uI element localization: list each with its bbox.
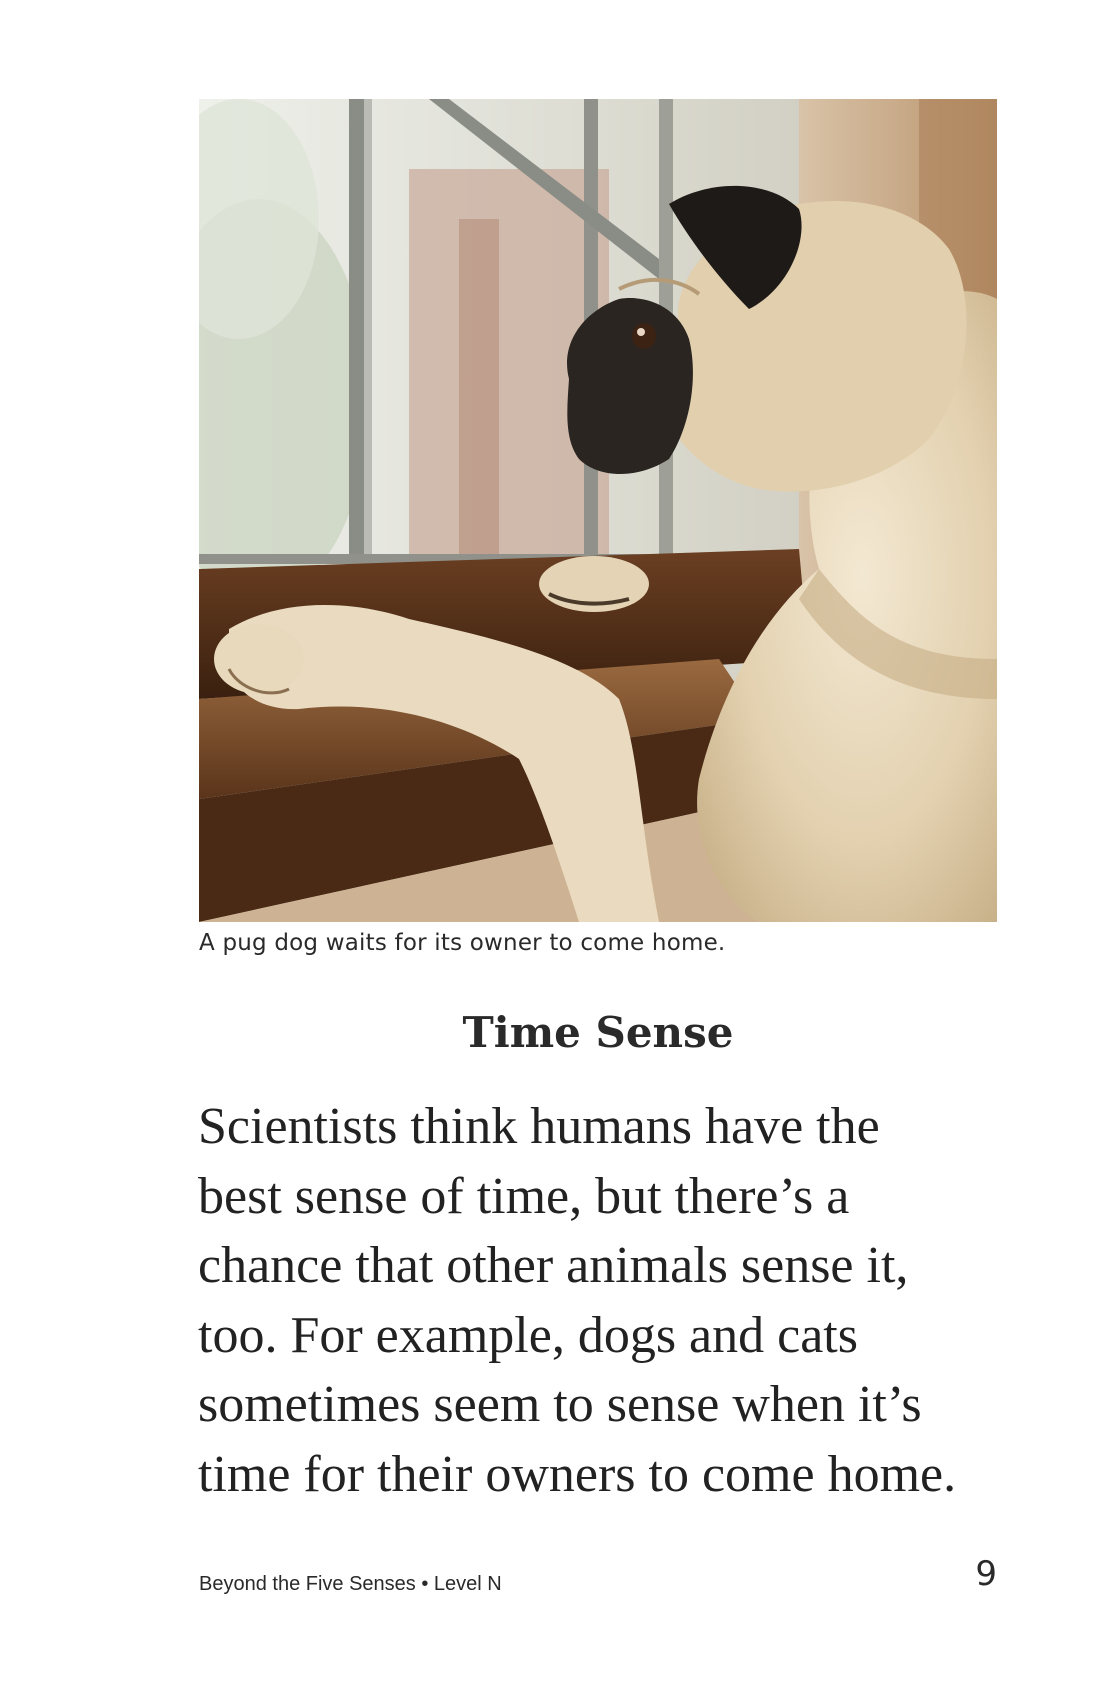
body-line: sometimes seem to sense when it’s (198, 1376, 922, 1433)
body-line: Scientists think humans have the (198, 1098, 880, 1155)
pug-photo (199, 99, 997, 922)
footer-book-info: Beyond the Five Senses • Level N (199, 1573, 502, 1595)
body-line: time for their owners to come home. (198, 1445, 957, 1503)
body-paragraph: Scientists think humans have the best se… (198, 1092, 998, 1509)
page-number: 9 (975, 1554, 997, 1594)
body-line: too. For example, dogs and cats (198, 1306, 858, 1364)
photo-caption: A pug dog waits for its owner to come ho… (199, 930, 726, 956)
section-heading: Time Sense (462, 1008, 734, 1057)
body-line: chance that other animals sense it, (198, 1237, 909, 1294)
body-line: best sense of time, but there’s a (198, 1167, 850, 1225)
